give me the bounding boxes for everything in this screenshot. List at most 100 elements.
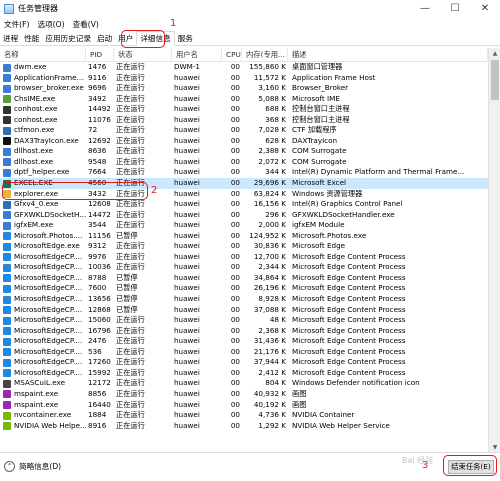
column-header-user[interactable]: 用户名 bbox=[172, 48, 222, 62]
table-row[interactable]: MicrosoftEdgeCP.... 15992 正在运行 huawei 00 2,41… bbox=[0, 368, 488, 379]
process-icon bbox=[3, 327, 11, 336]
process-name-cell: MicrosoftEdgeCP.... bbox=[14, 325, 83, 335]
process-icon bbox=[3, 84, 11, 93]
table-row[interactable]: MicrosoftEdgeCP.... 536 正在运行 huawei 00 21,176… bbox=[0, 347, 488, 358]
vertical-scrollbar[interactable]: ▲ ▼ bbox=[488, 48, 500, 452]
table-row[interactable]: dptf_helper.exe 7664 正在运行 huawei 00 344 K Inte… bbox=[0, 167, 488, 178]
memory-cell: 26,196 K bbox=[253, 283, 286, 293]
process-icon bbox=[3, 337, 11, 346]
table-row[interactable]: ChsIME.exe 3492 正在运行 huawei 00 5,088 K Microso… bbox=[0, 94, 488, 105]
table-row[interactable]: Microsoft.Photos.... 11156 已暂停 huawei 00 124,… bbox=[0, 231, 488, 242]
user-cell: huawei bbox=[174, 410, 200, 420]
process-name-cell: igfxEM.exe bbox=[14, 220, 54, 230]
pid-cell: 9696 bbox=[88, 83, 107, 93]
scroll-down-icon[interactable]: ▼ bbox=[489, 442, 500, 452]
pid-cell: 15060 bbox=[88, 315, 111, 325]
user-cell: huawei bbox=[174, 420, 200, 430]
table-row[interactable]: MicrosoftEdgeCP.... 2476 正在运行 huawei 00 31,43… bbox=[0, 336, 488, 347]
table-row[interactable]: conhost.exe 11076 正在运行 huawei 00 368 K 控制台窗口主进… bbox=[0, 115, 488, 126]
process-icon bbox=[3, 390, 11, 399]
user-cell: huawei bbox=[174, 283, 200, 293]
process-name-cell: MicrosoftEdgeCP.... bbox=[14, 336, 83, 346]
table-row[interactable]: dllhost.exe 9548 正在运行 huawei 00 2,072 K COM Su… bbox=[0, 157, 488, 168]
table-row[interactable]: MicrosoftEdge.exe 9312 正在运行 huawei 00 30,836 … bbox=[0, 241, 488, 252]
user-cell: huawei bbox=[174, 114, 200, 124]
minimize-button[interactable]: — bbox=[410, 0, 440, 17]
table-row[interactable]: MicrosoftEdgeCP.... 9976 正在运行 huawei 00 12,70… bbox=[0, 252, 488, 263]
menu-options[interactable]: 选项(O) bbox=[33, 19, 68, 30]
table-row[interactable]: GFXWKLDSocketH... 14472 正在运行 huawei 00 296 K G… bbox=[0, 210, 488, 221]
table-row[interactable]: MicrosoftEdgeCP.... 13656 已暂停 huawei 00 8,928… bbox=[0, 294, 488, 305]
menu-file[interactable]: 文件(F) bbox=[0, 19, 33, 30]
table-row[interactable]: Gfxv4_0.exe 12608 正在运行 huawei 00 16,156 K Inte… bbox=[0, 199, 488, 210]
fewer-details-link[interactable]: ˄ 简略信息(D) bbox=[4, 461, 61, 472]
table-row[interactable]: conhost.exe 14492 正在运行 huawei 00 688 K 控制台窗口主进… bbox=[0, 104, 488, 115]
table-row[interactable]: mspaint.exe 16440 正在运行 huawei 00 40,192 K 画图 bbox=[0, 400, 488, 411]
table-row[interactable]: MicrosoftEdgeCP.... 8788 已暂停 huawei 00 34,864… bbox=[0, 273, 488, 284]
cpu-cell: 00 bbox=[230, 146, 240, 156]
column-header-description[interactable]: 描述 bbox=[288, 48, 488, 62]
column-header-memory[interactable]: 内存(专用... bbox=[242, 48, 288, 62]
cpu-cell: 00 bbox=[230, 336, 240, 346]
tab-performance[interactable]: 性能 bbox=[21, 32, 42, 45]
table-row[interactable]: MSASCuiL.exe 12172 正在运行 huawei 00 804 K Window… bbox=[0, 378, 488, 389]
description-cell: 控制台窗口主进程 bbox=[292, 104, 350, 114]
pid-cell: 8916 bbox=[88, 420, 107, 430]
table-row[interactable]: MicrosoftEdgeCP.... 7600 已暂停 huawei 00 26,196… bbox=[0, 283, 488, 294]
cpu-cell: 00 bbox=[230, 399, 240, 409]
title-bar: 任务管理器 — ☐ ✕ bbox=[0, 0, 500, 17]
user-cell: huawei bbox=[174, 378, 200, 388]
table-row[interactable]: mspaint.exe 8856 正在运行 huawei 00 40,932 K 画图 bbox=[0, 389, 488, 400]
status-cell: 正在运行 bbox=[116, 262, 145, 272]
description-cell: Microsoft Edge Content Process bbox=[292, 346, 406, 356]
table-row[interactable]: NVIDIA Web Helpe... 8916 正在运行 huawei 00 1,292… bbox=[0, 421, 488, 432]
close-button[interactable]: ✕ bbox=[470, 0, 500, 17]
table-row[interactable]: MicrosoftEdgeCP.... 16796 正在运行 huawei 00 2,36… bbox=[0, 326, 488, 337]
table-row[interactable]: MicrosoftEdgeCP.... 10036 正在运行 huawei 00 2,34… bbox=[0, 262, 488, 273]
menu-view[interactable]: 查看(V) bbox=[69, 19, 103, 30]
tab-processes[interactable]: 进程 bbox=[0, 32, 21, 45]
cpu-cell: 00 bbox=[230, 72, 240, 82]
column-header-status[interactable]: 状态 bbox=[114, 48, 172, 62]
table-row[interactable]: ApplicationFrame... 9116 正在运行 huawei 00 11,57… bbox=[0, 73, 488, 84]
status-cell: 正在运行 bbox=[116, 346, 145, 356]
pid-cell: 17260 bbox=[88, 357, 111, 367]
tab-services[interactable]: 服务 bbox=[175, 32, 196, 45]
maximize-button[interactable]: ☐ bbox=[440, 0, 470, 17]
column-header-cpu[interactable]: CPU bbox=[222, 48, 242, 62]
table-row[interactable]: nvcontainer.exe 1884 正在运行 huawei 00 4,736 K NV… bbox=[0, 410, 488, 421]
table-row[interactable]: MicrosoftEdgeCP.... 12868 已暂停 huawei 00 37,08… bbox=[0, 305, 488, 316]
table-row[interactable]: MicrosoftEdgeCP.... 17260 正在运行 huawei 00 37,9… bbox=[0, 357, 488, 368]
description-cell: igfxEM Module bbox=[292, 220, 345, 230]
table-row[interactable]: dwm.exe 1476 正在运行 DWM-1 00 155,860 K 桌面窗口管理器 bbox=[0, 62, 488, 73]
process-icon bbox=[3, 284, 11, 293]
process-name-cell: MicrosoftEdgeCP.... bbox=[14, 283, 83, 293]
tab-startup[interactable]: 启动 bbox=[94, 32, 115, 45]
description-cell: Microsoft.Photos.exe bbox=[292, 230, 367, 240]
user-cell: huawei bbox=[174, 125, 200, 135]
column-header-pid[interactable]: PID bbox=[86, 48, 114, 62]
table-row[interactable]: DAX3TrayIcon.exe 12692 正在运行 huawei 00 628 K DA… bbox=[0, 136, 488, 147]
process-icon bbox=[3, 221, 11, 230]
table-row[interactable]: browser_broker.exe 9696 正在运行 huawei 00 3,160 … bbox=[0, 83, 488, 94]
tab-app-history[interactable]: 应用历史记录 bbox=[42, 32, 94, 45]
table-row[interactable]: igfxEM.exe 3544 正在运行 huawei 00 2,000 K igfxEM … bbox=[0, 220, 488, 231]
memory-cell: 3,160 K bbox=[258, 83, 286, 93]
process-name-cell: dllhost.exe bbox=[14, 156, 54, 166]
scroll-up-icon[interactable]: ▲ bbox=[489, 48, 500, 58]
process-icon bbox=[3, 158, 11, 167]
pid-cell: 16796 bbox=[88, 325, 111, 335]
table-row[interactable]: ctfmon.exe 72 正在运行 huawei 00 7,028 K CTF 加载程序 bbox=[0, 125, 488, 136]
table-row[interactable]: dllhost.exe 8636 正在运行 huawei 00 2,388 K COM Su… bbox=[0, 146, 488, 157]
cpu-cell: 00 bbox=[230, 199, 240, 209]
memory-cell: 16,156 K bbox=[253, 199, 286, 209]
description-cell: Microsoft Edge Content Process bbox=[292, 357, 406, 367]
scrollbar-thumb[interactable] bbox=[491, 60, 499, 100]
cpu-cell: 00 bbox=[230, 220, 240, 230]
cpu-cell: 00 bbox=[230, 178, 240, 188]
table-row[interactable]: MicrosoftEdgeCP.... 15060 正在运行 huawei 00 48 K… bbox=[0, 315, 488, 326]
column-header-name[interactable]: 名称 bbox=[0, 48, 86, 62]
cpu-cell: 00 bbox=[230, 188, 240, 198]
pid-cell: 7664 bbox=[88, 167, 107, 177]
pid-cell: 11156 bbox=[88, 230, 111, 240]
